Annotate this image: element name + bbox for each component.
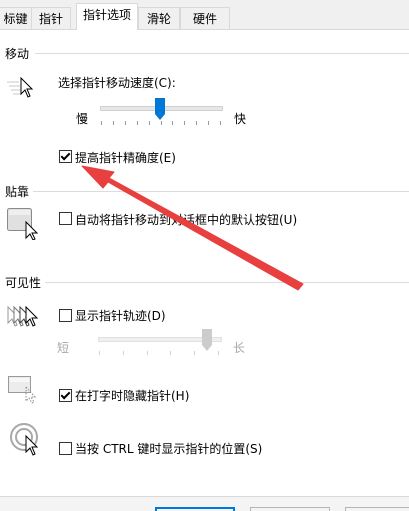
tab-hardware[interactable]: 硬件 [180, 7, 230, 29]
visibility-divider [45, 282, 409, 283]
hide-while-typing-checkbox[interactable] [59, 389, 72, 402]
tab-buttons-label: 标键 [3, 12, 28, 26]
pointer-speed-label: 选择指针移动速度(C): [58, 76, 176, 90]
show-location-ctrl-label: 当按 CTRL 键时显示指针的位置(S) [75, 442, 263, 456]
pointer-speed-ticks [101, 121, 221, 126]
slider-tick [184, 121, 185, 125]
slow-label: 慢 [76, 112, 89, 126]
slider-tick [172, 121, 173, 125]
slider-tick [149, 121, 150, 125]
apply-button[interactable] [345, 507, 409, 511]
tab-pointer-options-label: 指针选项 [82, 8, 131, 22]
pointer-speed-slider-thumb[interactable] [155, 98, 165, 120]
snap-to-default-checkbox[interactable] [59, 212, 72, 225]
tab-pointers-label: 指针 [38, 12, 63, 26]
ok-button[interactable] [155, 507, 235, 511]
slider-tick [137, 121, 138, 125]
hide-while-typing-label: 在打字时隐藏指针(H) [75, 389, 190, 403]
visibility-section-title: 可见性 [5, 276, 42, 290]
long-label: 长 [233, 341, 246, 355]
slider-tick [170, 351, 171, 355]
slider-tick [99, 351, 100, 355]
pointer-trails-label: 显示指针轨迹(D) [75, 309, 166, 323]
enhance-precision-checkbox[interactable] [59, 150, 72, 163]
tab-wheel-label: 滑轮 [146, 12, 171, 26]
pointer-trails-slider-thumb[interactable] [202, 329, 212, 351]
snap-section-title: 贴靠 [5, 185, 30, 199]
fast-label: 快 [234, 112, 247, 126]
hide-while-typing-icon [8, 376, 37, 404]
pointer-trails-ticks [99, 351, 219, 356]
snap-to-default-label: 自动将指针移动到对话框中的默认按钮(U) [75, 213, 298, 227]
slider-tick [113, 121, 114, 125]
slider-tick [125, 121, 126, 125]
slider-tick [123, 351, 124, 355]
tab-pointer-options[interactable]: 指针选项 [76, 3, 138, 30]
tab-buttons[interactable]: 标键 [0, 7, 32, 29]
tab-wheel[interactable]: 滑轮 [138, 7, 180, 29]
tab-bar: 标键 指针 指针选项 滑轮 硬件 [0, 0, 409, 30]
snap-divider [33, 191, 409, 192]
slider-tick [147, 351, 148, 355]
slider-tick [218, 351, 219, 355]
motion-divider [35, 53, 409, 54]
pointer-trails-checkbox[interactable] [59, 309, 72, 322]
slider-tick [161, 121, 162, 125]
slider-tick [208, 121, 209, 125]
enhance-precision-label: 提高指针精确度(E) [75, 151, 176, 165]
tab-hardware-label: 硬件 [192, 12, 217, 26]
cancel-button[interactable] [250, 507, 330, 511]
tab-pointers[interactable]: 指针 [31, 7, 71, 29]
pointer-trails-icon [7, 305, 39, 327]
pointer-speed-icon [7, 77, 34, 98]
snap-to-button-icon [7, 208, 39, 240]
show-location-ctrl-icon [10, 423, 39, 456]
slider-tick [194, 351, 195, 355]
slider-tick [101, 121, 102, 125]
slider-tick [196, 121, 197, 125]
show-location-ctrl-checkbox[interactable] [59, 442, 72, 455]
slider-tick [220, 121, 221, 125]
short-label: 短 [57, 341, 70, 355]
motion-section-title: 移动 [5, 47, 30, 61]
